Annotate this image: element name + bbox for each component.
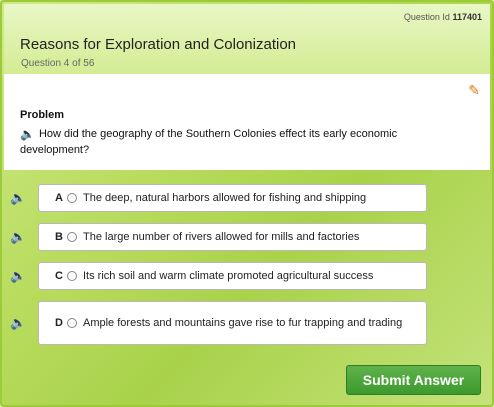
radio-button[interactable]: [67, 193, 77, 203]
question-id: Question Id 117401: [404, 12, 482, 22]
choice-text: Ample forests and mountains gave rise to…: [83, 317, 403, 329]
speaker-icon[interactable]: 🔈: [10, 190, 26, 206]
problem-label: Problem: [20, 109, 65, 121]
submit-answer-button[interactable]: Submit Answer: [346, 365, 481, 395]
answer-choice-d[interactable]: D Ample forests and mountains gave rise …: [38, 301, 427, 345]
question-id-value: 117401: [452, 12, 482, 22]
speaker-icon[interactable]: 🔈: [10, 315, 26, 331]
page-title: Reasons for Exploration and Colonization: [20, 36, 296, 53]
quiz-header: Question Id 117401 Reasons for Explorati…: [4, 4, 490, 74]
choice-letter: C: [55, 270, 63, 282]
choice-text: The large number of rivers allowed for m…: [83, 231, 360, 243]
speaker-icon[interactable]: 🔈: [10, 229, 26, 245]
question-progress: Question 4 of 56: [21, 58, 95, 69]
problem-panel: ✎ Problem 🔈 How did the geography of the …: [4, 74, 490, 170]
choice-letter: B: [55, 231, 63, 243]
answer-choice-b[interactable]: B The large number of rivers allowed for…: [38, 223, 427, 251]
radio-button[interactable]: [67, 232, 77, 242]
pencil-icon[interactable]: ✎: [468, 82, 480, 99]
radio-button[interactable]: [67, 318, 77, 328]
speaker-icon[interactable]: 🔈: [10, 268, 26, 284]
choice-letter: D: [55, 317, 63, 329]
problem-text: 🔈 How did the geography of the Southern C…: [20, 126, 460, 158]
answer-choice-a[interactable]: A The deep, natural harbors allowed for …: [38, 184, 427, 212]
choice-letter: A: [55, 192, 63, 204]
choice-text: Its rich soil and warm climate promoted …: [83, 270, 374, 282]
choice-text: The deep, natural harbors allowed for fi…: [83, 192, 367, 204]
problem-question: How did the geography of the Southern Co…: [20, 128, 398, 157]
question-id-label: Question Id: [403, 12, 450, 22]
speaker-icon[interactable]: 🔈: [20, 126, 35, 142]
answer-choice-c[interactable]: C Its rich soil and warm climate promote…: [38, 262, 427, 290]
radio-button[interactable]: [67, 271, 77, 281]
